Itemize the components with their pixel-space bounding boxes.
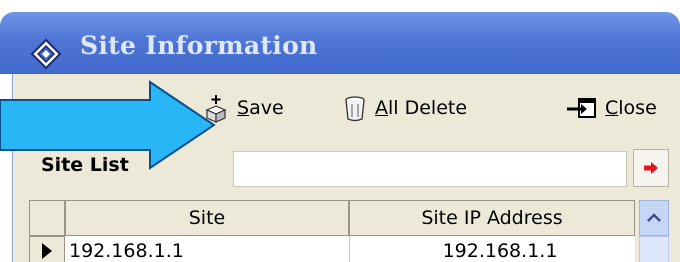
close-button[interactable]: Close bbox=[565, 92, 657, 124]
scroll-up-icon bbox=[647, 213, 661, 222]
diamond-logo-icon bbox=[30, 38, 62, 70]
scroll-up-button[interactable] bbox=[639, 200, 669, 236]
scroll-track[interactable] bbox=[639, 236, 669, 262]
cell-site: 192.168.1.1 bbox=[69, 240, 184, 262]
close-label: Close bbox=[605, 97, 657, 119]
callout-arrow bbox=[0, 80, 216, 170]
grid-corner-cell bbox=[29, 200, 65, 236]
row-selector[interactable] bbox=[29, 236, 65, 262]
go-arrow-icon bbox=[644, 162, 658, 174]
go-button[interactable] bbox=[633, 149, 669, 187]
all-delete-button[interactable]: All Delete bbox=[343, 92, 467, 124]
close-icon bbox=[567, 98, 596, 118]
save-label: Save bbox=[237, 97, 284, 119]
row-pointer-icon bbox=[42, 243, 52, 259]
all-delete-icon bbox=[345, 96, 365, 122]
table-row[interactable]: 192.168.1.1 192.168.1.1 bbox=[29, 236, 635, 262]
column-header-site-ip[interactable]: Site IP Address bbox=[349, 200, 635, 236]
title-bar: Site Information bbox=[0, 12, 680, 74]
site-search-input[interactable] bbox=[233, 151, 627, 187]
column-header-site[interactable]: Site bbox=[65, 200, 349, 236]
cell-site-ip: 192.168.1.1 bbox=[442, 240, 558, 262]
column-divider bbox=[349, 236, 350, 262]
all-delete-label: All Delete bbox=[375, 97, 468, 119]
window-title: Site Information bbox=[80, 31, 318, 60]
site-grid: Site Site IP Address 192.168.1.1 192.168… bbox=[12, 192, 680, 262]
